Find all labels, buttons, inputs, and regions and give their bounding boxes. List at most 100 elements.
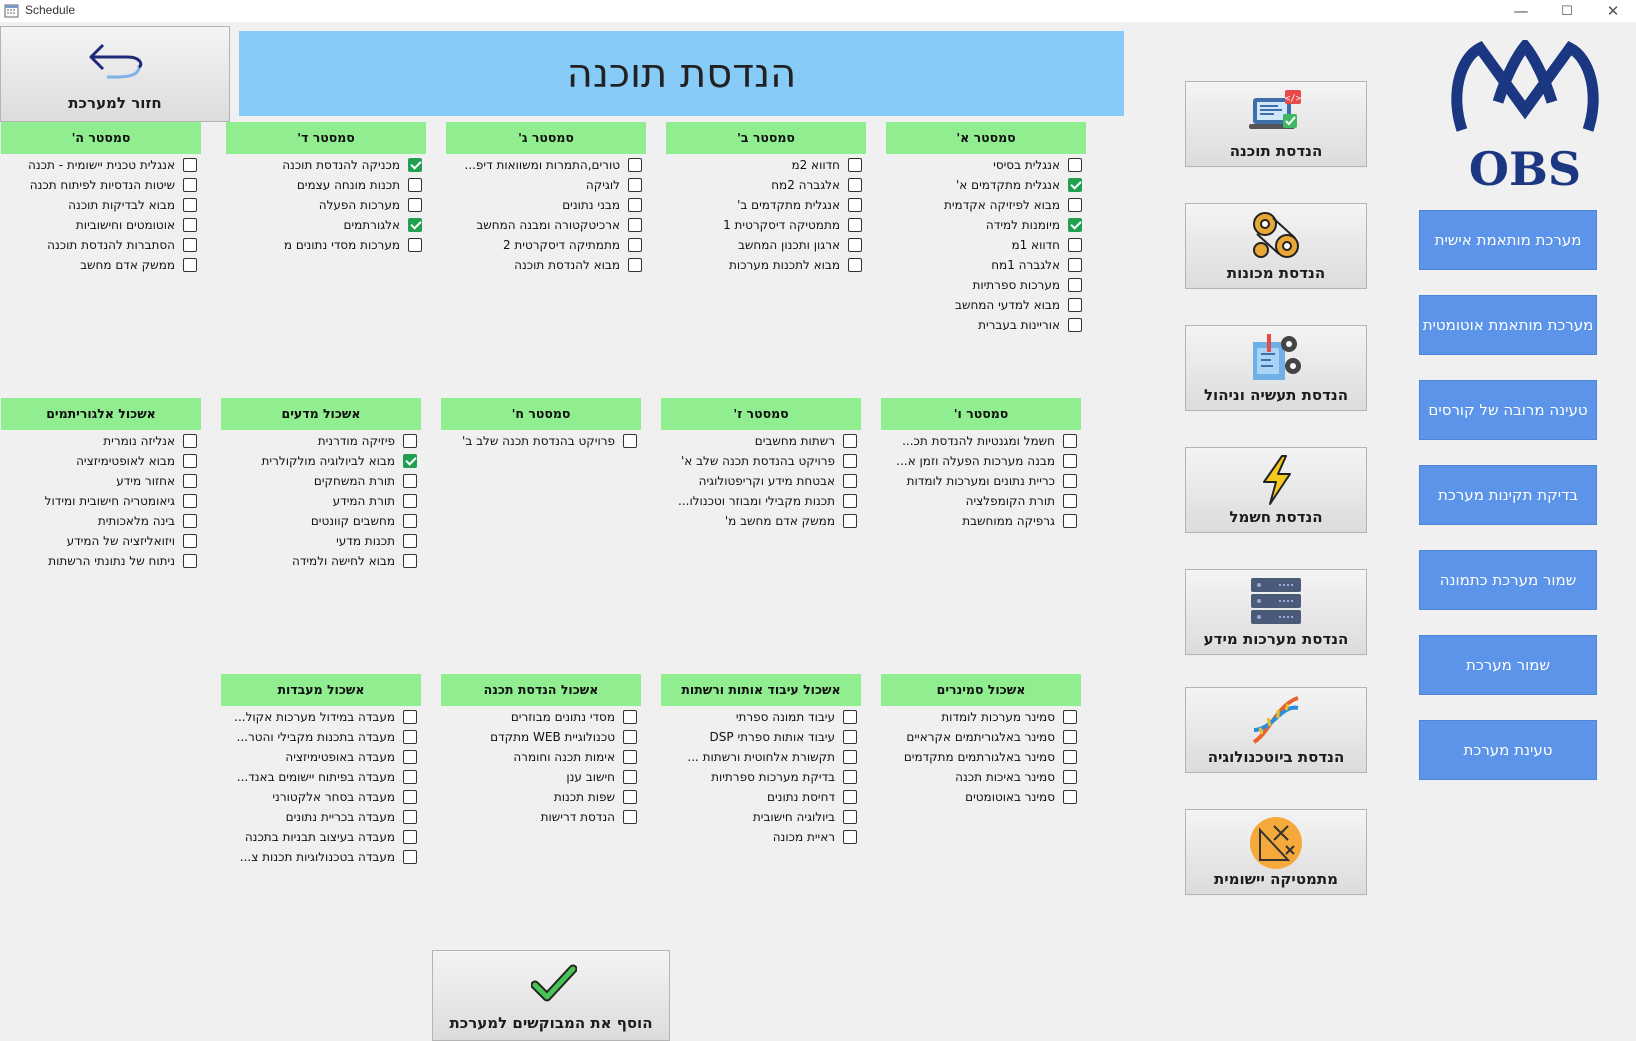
course-checkbox[interactable] [628, 238, 642, 252]
course-checkbox[interactable] [1068, 258, 1082, 272]
course-item[interactable]: מסדי נתונים מבוזרים [441, 708, 637, 728]
course-checkbox[interactable] [183, 554, 197, 568]
course-checkbox[interactable] [843, 454, 857, 468]
course-item[interactable]: אלגורתמים [226, 216, 422, 236]
course-checkbox[interactable] [403, 474, 417, 488]
course-checkbox[interactable] [1063, 434, 1077, 448]
course-item[interactable]: ניתוח של נתונתי הרשתות [1, 552, 197, 572]
course-item[interactable]: חשמל ומגנטיות להנדסת תכ... [881, 432, 1077, 452]
course-item[interactable]: שיטות הנדסיות לפיתוח תכנה [1, 176, 197, 196]
course-item[interactable]: מעבדה בתכנות מקבילי והטר... [221, 728, 417, 748]
course-item[interactable]: סמינר באלגורתמים מתקדמים [881, 748, 1077, 768]
course-item[interactable]: גיאומטריה חישובית ומידול [1, 492, 197, 512]
course-item[interactable]: תכנות מדעי [221, 532, 417, 552]
course-checkbox[interactable] [1068, 238, 1082, 252]
course-item[interactable]: מיומנות למידה [886, 216, 1082, 236]
course-item[interactable]: מעבדה בפיתוח יישומים באנד... [221, 768, 417, 788]
course-item[interactable]: מבוא לפיזיקה אקדמית [886, 196, 1082, 216]
course-checkbox[interactable] [843, 474, 857, 488]
save-as-image-button[interactable]: שמור מערכת כתמונה [1419, 550, 1597, 610]
course-item[interactable]: אנגלית מתקדמים ב' [666, 196, 862, 216]
course-checkbox[interactable] [843, 710, 857, 724]
course-item[interactable]: ביולוגיה חישובית [661, 808, 857, 828]
course-checkbox[interactable] [403, 514, 417, 528]
course-item[interactable]: סמינר באלגוריתמים אקראיים [881, 728, 1077, 748]
course-item[interactable]: מעבדה במידול מערכות אקול... [221, 708, 417, 728]
course-item[interactable]: הסתברות להנדסת תוכנה [1, 236, 197, 256]
course-checkbox[interactable] [628, 178, 642, 192]
course-item[interactable]: מבוא לחישה ולמידה [221, 552, 417, 572]
course-checkbox[interactable] [183, 514, 197, 528]
course-checkbox[interactable] [403, 534, 417, 548]
course-item[interactable]: אנליזה נומרית [1, 432, 197, 452]
course-item[interactable]: בינה מלאכותית [1, 512, 197, 532]
course-item[interactable]: חישוב ענן [441, 768, 637, 788]
course-checkbox[interactable] [1063, 790, 1077, 804]
course-checkbox[interactable] [843, 790, 857, 804]
course-item[interactable]: פרויקט בהנדסת תכנה שלב ב' [441, 432, 637, 452]
course-checkbox[interactable] [403, 454, 417, 468]
course-item[interactable]: תורת המשחקים [221, 472, 417, 492]
course-item[interactable]: מערכות מסדי נתונים מ [226, 236, 422, 256]
course-checkbox[interactable] [848, 218, 862, 232]
course-checkbox[interactable] [843, 830, 857, 844]
dept-software-button[interactable]: </> הנדסת תוכנה [1185, 81, 1367, 167]
course-checkbox[interactable] [408, 238, 422, 252]
course-checkbox[interactable] [848, 158, 862, 172]
course-checkbox[interactable] [183, 178, 197, 192]
course-item[interactable]: מעבדה בסחר אלקטורני [221, 788, 417, 808]
course-item[interactable]: מחשבים קוונטים [221, 512, 417, 532]
course-checkbox[interactable] [408, 198, 422, 212]
course-checkbox[interactable] [1068, 318, 1082, 332]
course-item[interactable]: גרפיקה ממוחשבת [881, 512, 1077, 532]
course-checkbox[interactable] [403, 750, 417, 764]
close-button[interactable]: ✕ [1590, 0, 1636, 22]
course-item[interactable]: הנדסת דרישות [441, 808, 637, 828]
course-checkbox[interactable] [1068, 158, 1082, 172]
course-checkbox[interactable] [183, 158, 197, 172]
save-schedule-button[interactable]: שמור מערכת [1419, 635, 1597, 695]
course-checkbox[interactable] [408, 218, 422, 232]
course-checkbox[interactable] [403, 710, 417, 724]
dept-biotechnology-button[interactable]: הנדסת ביוטכנולוגיה [1185, 687, 1367, 773]
minimize-button[interactable]: — [1498, 0, 1544, 22]
course-checkbox[interactable] [1068, 218, 1082, 232]
course-item[interactable]: מבוא למדעי המחשב [886, 296, 1082, 316]
course-item[interactable]: אלגברה 1מח [886, 256, 1082, 276]
course-checkbox[interactable] [843, 770, 857, 784]
course-checkbox[interactable] [848, 258, 862, 272]
course-item[interactable]: כריית נתונים ומערכות לומדות [881, 472, 1077, 492]
course-item[interactable]: אנגלית בסיסי [886, 156, 1082, 176]
course-checkbox[interactable] [183, 238, 197, 252]
course-item[interactable]: תורת המידע [221, 492, 417, 512]
course-checkbox[interactable] [848, 198, 862, 212]
course-item[interactable]: מעבדה בכריית נתונים [221, 808, 417, 828]
dept-electrical-button[interactable]: הנדסת חשמל [1185, 447, 1367, 533]
course-item[interactable]: אלגברה 2מח [666, 176, 862, 196]
course-checkbox[interactable] [623, 434, 637, 448]
course-checkbox[interactable] [1068, 298, 1082, 312]
course-item[interactable]: מעבדה בטכנולוגיות תכנות צ... [221, 848, 417, 868]
course-item[interactable]: מבוא לאופטימיזציה [1, 452, 197, 472]
course-checkbox[interactable] [403, 434, 417, 448]
course-item[interactable]: רשתות מחשבים [661, 432, 857, 452]
course-item[interactable]: סמינר באיכות תכנה [881, 768, 1077, 788]
course-item[interactable]: מבוא לבדיקות תוכנה [1, 196, 197, 216]
course-checkbox[interactable] [848, 238, 862, 252]
course-checkbox[interactable] [1068, 178, 1082, 192]
course-checkbox[interactable] [183, 474, 197, 488]
course-checkbox[interactable] [183, 258, 197, 272]
course-checkbox[interactable] [1063, 750, 1077, 764]
course-checkbox[interactable] [183, 534, 197, 548]
course-checkbox[interactable] [848, 178, 862, 192]
course-item[interactable]: תורת הקומפלציה [881, 492, 1077, 512]
course-item[interactable]: אוריינות בעברית [886, 316, 1082, 336]
course-item[interactable]: בדיקת מערכות ספרתיות [661, 768, 857, 788]
course-item[interactable]: לוגיקה [446, 176, 642, 196]
course-checkbox[interactable] [403, 770, 417, 784]
course-checkbox[interactable] [628, 218, 642, 232]
maximize-button[interactable]: ☐ [1544, 0, 1590, 22]
course-item[interactable]: חדווא 2מ [666, 156, 862, 176]
course-checkbox[interactable] [843, 750, 857, 764]
course-item[interactable]: אימות תכנה וחומרה [441, 748, 637, 768]
